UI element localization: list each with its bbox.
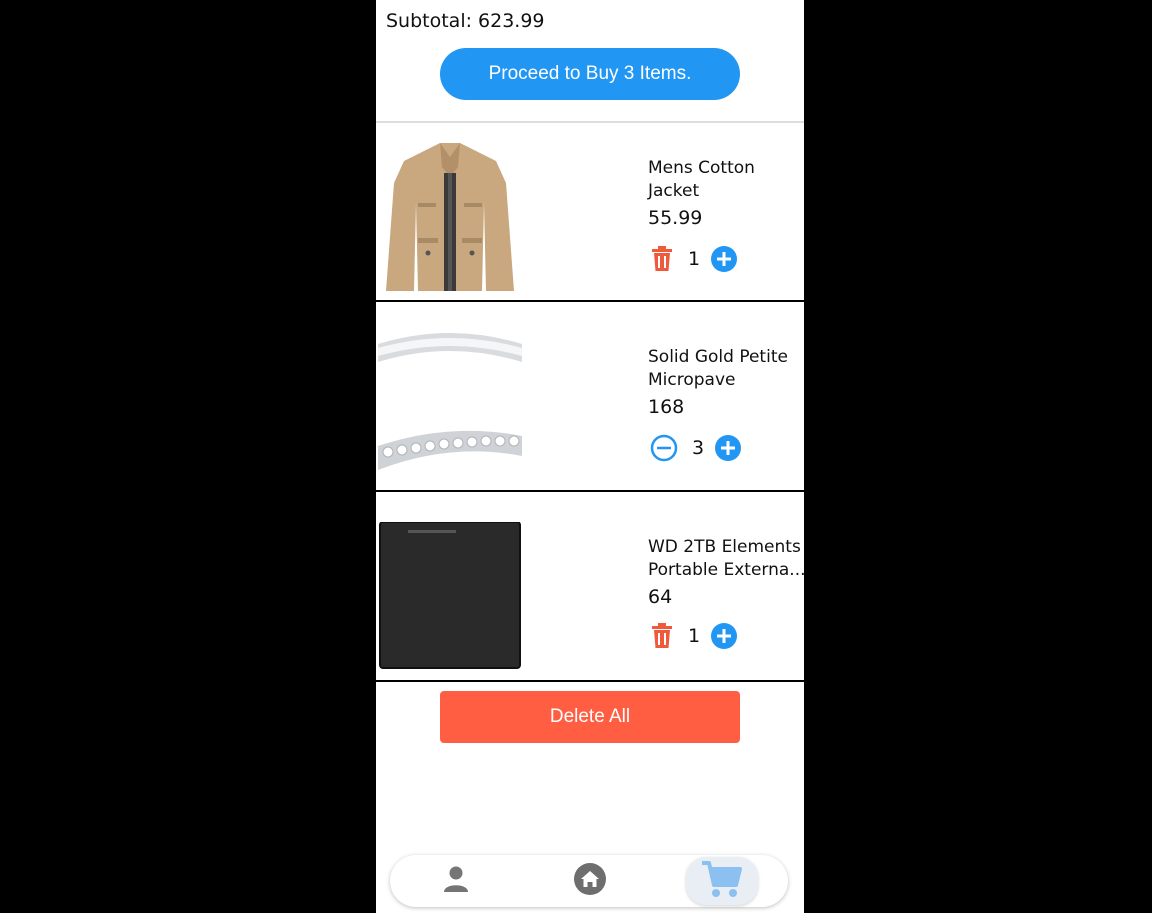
nav-profile[interactable] <box>426 855 486 907</box>
subtotal-value: 623.99 <box>478 10 545 32</box>
nav-cart[interactable] <box>692 855 752 907</box>
home-icon <box>573 862 607 900</box>
product-price: 168 <box>648 396 685 418</box>
product-image-jacket <box>378 143 522 291</box>
cart-screen: Subtotal: 623.99 Proceed to Buy 3 Items. … <box>376 0 804 913</box>
product-title: WD 2TB Elements Portable Externa... <box>648 537 804 580</box>
bottom-navigation <box>390 855 788 907</box>
cart-item-jacket: Mens Cotton Jacket 55.99 1 <box>376 123 804 301</box>
quantity-controls: 3 <box>650 434 742 462</box>
quantity-value: 1 <box>688 248 701 270</box>
cart-item-ring: Solid Gold Petite Micropave 168 3 <box>376 302 804 480</box>
quantity-value: 3 <box>692 437 705 459</box>
subtotal: Subtotal: 623.99 <box>386 10 545 32</box>
delete-all-button[interactable]: Delete All <box>440 691 740 743</box>
cart-item-hard-drive: WD 2TB Elements Portable Externa... 64 1 <box>376 492 804 670</box>
quantity-controls: 1 <box>650 245 738 273</box>
product-title: Mens Cotton Jacket <box>648 158 755 201</box>
quantity-value: 1 <box>688 625 701 647</box>
plus-circle-icon[interactable] <box>710 245 738 273</box>
cart-icon <box>700 857 744 905</box>
product-price: 55.99 <box>648 207 703 229</box>
product-title: Solid Gold Petite Micropave <box>648 347 788 390</box>
nav-home[interactable] <box>560 855 620 907</box>
plus-circle-icon[interactable] <box>710 622 738 650</box>
subtotal-label: Subtotal: <box>386 10 473 32</box>
product-image-ring <box>378 324 522 472</box>
trash-icon[interactable] <box>650 246 674 272</box>
trash-icon[interactable] <box>650 623 674 649</box>
product-price: 64 <box>648 586 673 608</box>
profile-icon <box>441 864 471 898</box>
plus-circle-icon[interactable] <box>714 434 742 462</box>
item-divider <box>376 680 804 682</box>
quantity-controls: 1 <box>650 622 738 650</box>
minus-circle-icon[interactable] <box>650 434 678 462</box>
product-image-hard-drive <box>378 522 522 670</box>
proceed-to-buy-button[interactable]: Proceed to Buy 3 Items. <box>440 48 740 100</box>
